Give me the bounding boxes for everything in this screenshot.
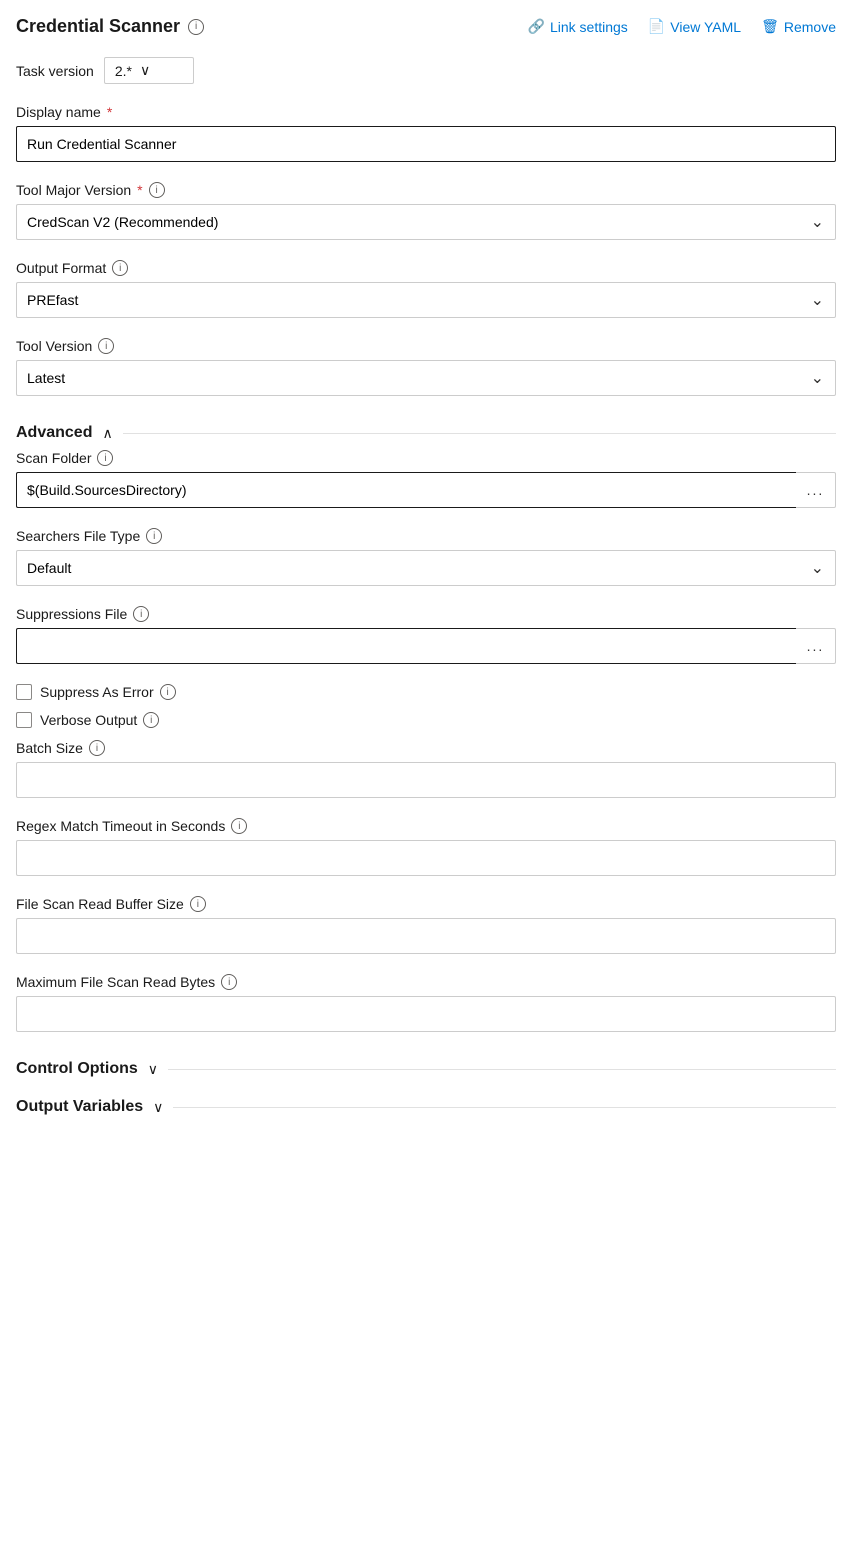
control-options-divider: [168, 1069, 836, 1070]
trash-icon: 🗑: [761, 18, 779, 35]
file-scan-buffer-label: File Scan Read Buffer Size i: [16, 896, 836, 912]
scan-folder-input-group: ...: [16, 472, 836, 508]
remove-button[interactable]: 🗑 Remove: [761, 18, 836, 35]
searchers-file-type-select[interactable]: DefaultCustom: [16, 550, 836, 586]
max-file-scan-label: Maximum File Scan Read Bytes i: [16, 974, 836, 990]
tool-major-version-select[interactable]: CredScan V2 (Recommended)CredScan V1: [16, 204, 836, 240]
suppressions-file-section: Suppressions File i ...: [16, 606, 836, 664]
searchers-file-type-wrapper: DefaultCustom: [16, 550, 836, 586]
searchers-file-type-info-icon[interactable]: i: [146, 528, 162, 544]
task-version-label: Task version: [16, 63, 94, 79]
regex-timeout-section: Regex Match Timeout in Seconds i: [16, 818, 836, 876]
suppressions-file-label: Suppressions File i: [16, 606, 836, 622]
suppressions-file-browse-button[interactable]: ...: [796, 628, 836, 664]
file-scan-buffer-section: File Scan Read Buffer Size i: [16, 896, 836, 954]
display-name-section: Display name *: [16, 104, 836, 162]
advanced-divider: [123, 433, 836, 434]
tool-major-version-info-icon[interactable]: i: [149, 182, 165, 198]
batch-size-input[interactable]: [16, 762, 836, 798]
batch-size-info-icon[interactable]: i: [89, 740, 105, 756]
task-version-value: 2.*: [115, 63, 132, 79]
scan-folder-input[interactable]: [16, 472, 796, 508]
tool-version-label: Tool Version i: [16, 338, 836, 354]
output-variables-divider: [173, 1107, 836, 1108]
advanced-section-header[interactable]: Advanced ∧: [16, 416, 836, 450]
suppress-as-error-row: Suppress As Error i: [16, 684, 836, 700]
suppress-as-error-info-icon[interactable]: i: [160, 684, 176, 700]
link-icon: 🔗: [528, 18, 545, 35]
batch-size-section: Batch Size i: [16, 740, 836, 798]
tool-version-wrapper: Latest1.0: [16, 360, 836, 396]
page-header: Credential Scanner i 🔗 Link settings 📄 V…: [16, 16, 836, 37]
searchers-file-type-label: Searchers File Type i: [16, 528, 836, 544]
regex-timeout-info-icon[interactable]: i: [231, 818, 247, 834]
view-yaml-button[interactable]: 📄 View YAML: [648, 18, 741, 35]
suppress-as-error-checkbox[interactable]: [16, 684, 32, 700]
tool-major-version-section: Tool Major Version * i CredScan V2 (Reco…: [16, 182, 836, 240]
verbose-output-label[interactable]: Verbose Output i: [40, 712, 159, 728]
control-options-header[interactable]: Control Options ∨: [16, 1052, 836, 1086]
display-name-label: Display name *: [16, 104, 836, 120]
advanced-title: Advanced: [16, 424, 92, 442]
task-version-select[interactable]: 2.* ∨: [104, 57, 194, 84]
max-file-scan-info-icon[interactable]: i: [221, 974, 237, 990]
output-format-section: Output Format i PREfastCSVTSV: [16, 260, 836, 318]
tool-version-section: Tool Version i Latest1.0: [16, 338, 836, 396]
output-format-wrapper: PREfastCSVTSV: [16, 282, 836, 318]
display-name-input[interactable]: [16, 126, 836, 162]
tool-major-version-required: *: [137, 182, 142, 198]
scan-folder-info-icon[interactable]: i: [97, 450, 113, 466]
yaml-icon: 📄: [648, 18, 665, 35]
scan-folder-section: Scan Folder i ...: [16, 450, 836, 508]
scan-folder-label: Scan Folder i: [16, 450, 836, 466]
task-version-chevron-icon: ∨: [140, 62, 150, 79]
verbose-output-info-icon[interactable]: i: [143, 712, 159, 728]
task-version-row: Task version 2.* ∨: [16, 57, 836, 84]
control-options-chevron-icon: ∨: [148, 1061, 158, 1078]
regex-timeout-label: Regex Match Timeout in Seconds i: [16, 818, 836, 834]
file-scan-buffer-input[interactable]: [16, 918, 836, 954]
control-options-title: Control Options: [16, 1060, 138, 1078]
tool-major-version-label: Tool Major Version * i: [16, 182, 836, 198]
output-variables-title: Output Variables: [16, 1098, 143, 1116]
suppressions-file-info-icon[interactable]: i: [133, 606, 149, 622]
suppressions-ellipsis-icon: ...: [807, 638, 825, 654]
output-format-info-icon[interactable]: i: [112, 260, 128, 276]
tool-major-version-wrapper: CredScan V2 (Recommended)CredScan V1: [16, 204, 836, 240]
output-format-select[interactable]: PREfastCSVTSV: [16, 282, 836, 318]
scan-folder-browse-button[interactable]: ...: [796, 472, 836, 508]
regex-timeout-input[interactable]: [16, 840, 836, 876]
suppressions-file-input-group: ...: [16, 628, 836, 664]
header-left: Credential Scanner i: [16, 16, 204, 37]
batch-size-label: Batch Size i: [16, 740, 836, 756]
output-format-label: Output Format i: [16, 260, 836, 276]
suppress-as-error-label[interactable]: Suppress As Error i: [40, 684, 176, 700]
tool-version-info-icon[interactable]: i: [98, 338, 114, 354]
output-variables-header[interactable]: Output Variables ∨: [16, 1090, 836, 1124]
page-title: Credential Scanner: [16, 16, 180, 37]
header-actions: 🔗 Link settings 📄 View YAML 🗑 Remove: [528, 18, 836, 35]
max-file-scan-section: Maximum File Scan Read Bytes i: [16, 974, 836, 1032]
link-settings-button[interactable]: 🔗 Link settings: [528, 18, 628, 35]
verbose-output-checkbox[interactable]: [16, 712, 32, 728]
title-info-icon[interactable]: i: [188, 19, 204, 35]
ellipsis-icon: ...: [807, 482, 825, 498]
advanced-chevron-icon: ∧: [102, 425, 112, 442]
verbose-output-row: Verbose Output i: [16, 712, 836, 728]
file-scan-buffer-info-icon[interactable]: i: [190, 896, 206, 912]
tool-version-select[interactable]: Latest1.0: [16, 360, 836, 396]
display-name-required: *: [107, 104, 112, 120]
output-variables-chevron-icon: ∨: [153, 1099, 163, 1116]
suppressions-file-input[interactable]: [16, 628, 796, 664]
max-file-scan-input[interactable]: [16, 996, 836, 1032]
searchers-file-type-section: Searchers File Type i DefaultCustom: [16, 528, 836, 586]
